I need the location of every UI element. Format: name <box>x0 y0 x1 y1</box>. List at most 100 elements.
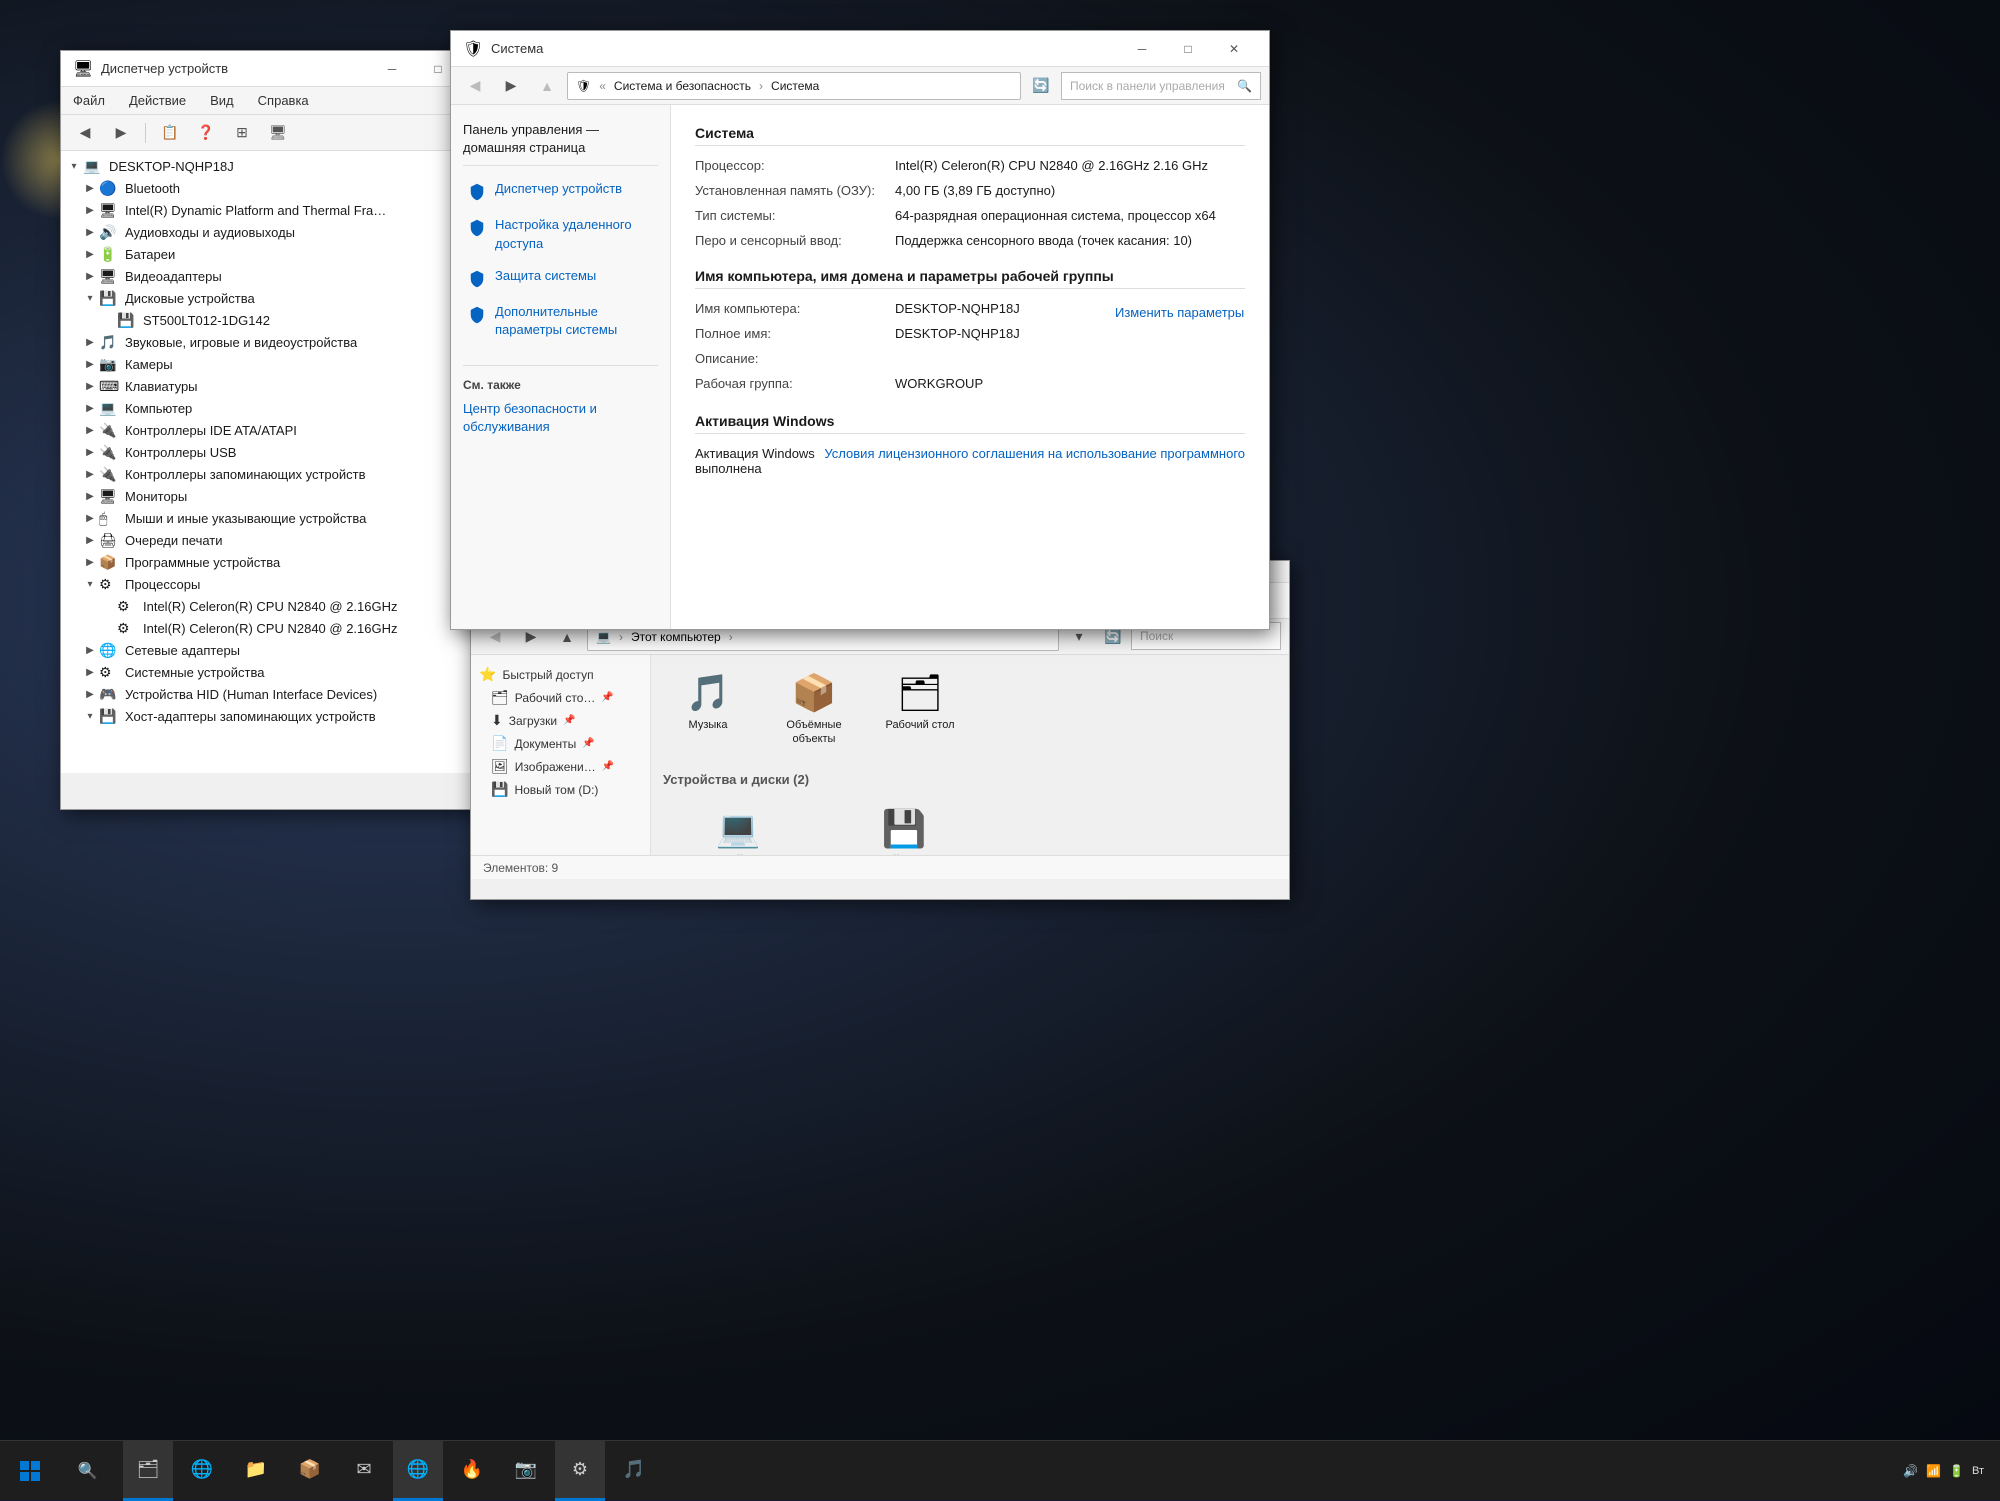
software-icon: 📦 <box>99 554 121 571</box>
system-main: Система Процессор: Intel(R) Celeron(R) C… <box>671 105 1269 629</box>
tree-arrow-sound[interactable]: ▶ <box>81 337 99 348</box>
taskbar-icon-browser[interactable]: 🌐 <box>393 1441 443 1501</box>
taskbar-icon-store[interactable]: 📦 <box>285 1441 335 1501</box>
taskbar-search-button[interactable]: 🔍 <box>60 1441 115 1501</box>
addr-part-system[interactable]: Система <box>771 79 819 93</box>
tree-arrow-host-adapters[interactable]: ▾ <box>81 711 99 722</box>
nav-item-newvol[interactable]: 💾 Новый том (D:) <box>471 778 650 801</box>
toolbar-view-button[interactable]: ⊞ <box>226 119 258 147</box>
toolbar-back-button[interactable]: ◀ <box>69 119 101 147</box>
tray-network-icon[interactable]: 📶 <box>1926 1464 1941 1478</box>
tray-volume-icon[interactable]: 🔊 <box>1903 1464 1918 1478</box>
address-field[interactable]: 🛡 « Система и безопасность › Система <box>567 72 1021 100</box>
toolbar-divider <box>145 123 146 143</box>
host-adapters-icon: 💾 <box>99 708 121 725</box>
toolbar-properties-button[interactable]: 📋 <box>154 119 186 147</box>
menu-file[interactable]: Файл <box>69 91 109 110</box>
addr-refresh-button[interactable]: 🔄 <box>1025 71 1057 101</box>
nav-item-images[interactable]: 🖼 Изображени… 📌 <box>471 755 650 778</box>
drive-d[interactable]: 💾 Новый том (D:) 302 ГБ свободно из 304 … <box>829 803 979 855</box>
folder-desktop[interactable]: 🗂 Рабочий стол <box>875 667 965 752</box>
tree-item-hid[interactable]: ▶ 🎮 Устройства HID (Human Interface Devi… <box>61 683 519 705</box>
taskbar-icon-music[interactable]: 🎵 <box>609 1441 659 1501</box>
tree-arrow-mice[interactable]: ▶ <box>81 513 99 524</box>
tree-arrow-storage-ctrl[interactable]: ▶ <box>81 469 99 480</box>
full-name-value: DESKTOP-NQHP18J <box>895 326 1115 341</box>
tree-arrow-audio[interactable]: ▶ <box>81 227 99 238</box>
sidebar-link-protection[interactable]: Защита системы <box>463 261 658 295</box>
sidebar-link-remote[interactable]: Настройка удаленного доступа <box>463 210 658 258</box>
taskbar-icon-filemanager[interactable]: 🗂 <box>123 1441 173 1501</box>
tree-arrow-video[interactable]: ▶ <box>81 271 99 282</box>
tree-arrow-processors[interactable]: ▾ <box>81 579 99 590</box>
change-params-button[interactable]: Изменить параметры <box>1115 305 1245 320</box>
tree-arrow-comp[interactable]: ▶ <box>81 403 99 414</box>
description-value <box>895 351 1115 366</box>
tree-arrow-network[interactable]: ▶ <box>81 645 99 656</box>
activation-link[interactable]: Условия лицензионного соглашения на испо… <box>824 446 1245 476</box>
tree-arrow-intel[interactable]: ▶ <box>81 205 99 216</box>
quickaccess-icon: ⭐ <box>479 666 496 683</box>
taskbar-icon-settings[interactable]: ⚙ <box>555 1441 605 1501</box>
addr-forward-button[interactable]: ▶ <box>495 71 527 101</box>
menu-view[interactable]: Вид <box>206 91 238 110</box>
nav-item-quickaccess[interactable]: ⭐ Быстрый доступ <box>471 663 650 686</box>
tree-item-sysdevices[interactable]: ▶ ⚙ Системные устройства <box>61 661 519 683</box>
system-addressbar: ◀ ▶ ▲ 🛡 « Система и безопасность › Систе… <box>451 67 1269 105</box>
addr-back-button[interactable]: ◀ <box>459 71 491 101</box>
ram-row: Установленная память (ОЗУ): 4,00 ГБ (3,8… <box>695 183 1245 198</box>
addr-up-button[interactable]: ▲ <box>531 71 563 101</box>
taskbar-icon-edge[interactable]: 🌐 <box>177 1441 227 1501</box>
nav-item-desktop[interactable]: 🗂 Рабочий сто… 📌 <box>471 686 650 709</box>
tree-arrow-hid[interactable]: ▶ <box>81 689 99 700</box>
nav-item-documents[interactable]: 📄 Документы 📌 <box>471 732 650 755</box>
tree-arrow-batteries[interactable]: ▶ <box>81 249 99 260</box>
tree-item-host-adapters[interactable]: ▾ 💾 Хост-адаптеры запоминающих устройств <box>61 705 519 727</box>
tree-arrow-keyboards[interactable]: ▶ <box>81 381 99 392</box>
music-folder-icon: 🎵 <box>686 672 731 714</box>
drive-c[interactable]: 💻 Локальный диск (C:) 123 ГБ свободно из… <box>663 803 813 855</box>
system-close-button[interactable]: ✕ <box>1211 31 1257 67</box>
tree-arrow-monitors[interactable]: ▶ <box>81 491 99 502</box>
drive-d-icon: 💾 <box>882 808 927 850</box>
tree-item-network[interactable]: ▶ 🌐 Сетевые адаптеры <box>61 639 519 661</box>
toolbar-monitor-button[interactable]: 🖥 <box>262 119 294 147</box>
tree-arrow-ide[interactable]: ▶ <box>81 425 99 436</box>
folder-3d-objects[interactable]: 📦 Объёмные объекты <box>769 667 859 752</box>
taskbar-icon-folder[interactable]: 📁 <box>231 1441 281 1501</box>
menu-action[interactable]: Действие <box>125 91 190 110</box>
toolbar-help-button[interactable]: ❓ <box>190 119 222 147</box>
taskbar-icon-camera[interactable]: 📷 <box>501 1441 551 1501</box>
toolbar-forward-button[interactable]: ▶ <box>105 119 137 147</box>
sidebar-link-advanced[interactable]: Дополнительные параметры системы <box>463 297 658 345</box>
activation-status-row: Активация Windows выполнена Условия лице… <box>695 446 1245 476</box>
tree-arrow-usb[interactable]: ▶ <box>81 447 99 458</box>
tree-arrow-disks[interactable]: ▾ <box>81 293 99 304</box>
tree-arrow-cameras[interactable]: ▶ <box>81 359 99 370</box>
sidebar-link-devmgr[interactable]: Диспетчер устройств <box>463 174 658 208</box>
tree-arrow-software[interactable]: ▶ <box>81 557 99 568</box>
nav-label-desktop: Рабочий сто… <box>515 691 596 705</box>
intel-platform-icon: 🖥 <box>99 202 121 219</box>
system-maximize-button[interactable]: □ <box>1165 31 1211 67</box>
tree-label-keyboards: Клавиатуры <box>125 379 198 394</box>
devmgr-minimize-button[interactable]: ─ <box>369 51 415 87</box>
addr-part-security[interactable]: Система и безопасность <box>614 79 751 93</box>
tree-arrow-computer[interactable]: ▾ <box>65 161 83 172</box>
folder-music[interactable]: 🎵 Музыка <box>663 667 753 752</box>
taskbar-icon-mail[interactable]: ✉ <box>339 1441 389 1501</box>
tree-label-storage-ctrl: Контроллеры запоминающих устройств <box>125 467 365 482</box>
start-button[interactable] <box>0 1441 60 1501</box>
tray-battery-icon[interactable]: 🔋 <box>1949 1464 1964 1478</box>
menu-help[interactable]: Справка <box>254 91 313 110</box>
taskbar-icon-firefox[interactable]: 🔥 <box>447 1441 497 1501</box>
tree-arrow-print[interactable]: ▶ <box>81 535 99 546</box>
tree-arrow-bluetooth[interactable]: ▶ <box>81 183 99 194</box>
tree-arrow-sysdevices[interactable]: ▶ <box>81 667 99 678</box>
also-link-security[interactable]: Центр безопасности и обслуживания <box>463 400 658 436</box>
tree-label-host-adapters: Хост-адаптеры запоминающих устройств <box>125 709 376 724</box>
nav-item-downloads[interactable]: ⬇ Загрузки 📌 <box>471 709 650 732</box>
taskbar-clock[interactable]: Вт <box>1972 1465 1984 1477</box>
search-field[interactable]: Поиск в панели управления 🔍 <box>1061 72 1261 100</box>
system-minimize-button[interactable]: ─ <box>1119 31 1165 67</box>
